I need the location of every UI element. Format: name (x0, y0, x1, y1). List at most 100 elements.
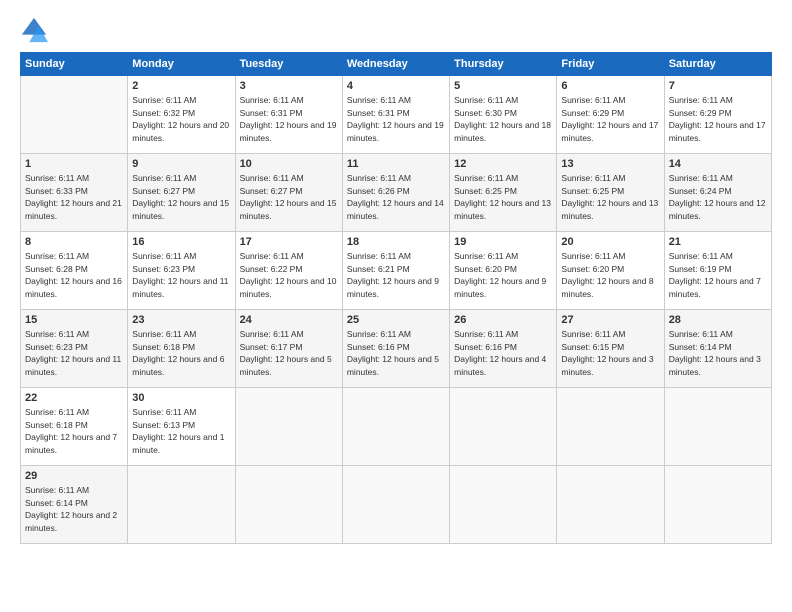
table-row: 9Sunrise: 6:11 AMSunset: 6:27 PMDaylight… (128, 154, 235, 232)
table-row: 13Sunrise: 6:11 AMSunset: 6:25 PMDayligh… (557, 154, 664, 232)
day-info: Sunrise: 6:11 AMSunset: 6:18 PMDaylight:… (132, 329, 224, 377)
table-row: 30Sunrise: 6:11 AMSunset: 6:13 PMDayligh… (128, 388, 235, 466)
table-row: 15Sunrise: 6:11 AMSunset: 6:23 PMDayligh… (21, 310, 128, 388)
day-info: Sunrise: 6:11 AMSunset: 6:24 PMDaylight:… (669, 173, 766, 221)
day-info: Sunrise: 6:11 AMSunset: 6:16 PMDaylight:… (347, 329, 439, 377)
table-row: 25Sunrise: 6:11 AMSunset: 6:16 PMDayligh… (342, 310, 449, 388)
day-number: 3 (240, 79, 338, 94)
day-number: 29 (25, 469, 123, 484)
table-row: 24Sunrise: 6:11 AMSunset: 6:17 PMDayligh… (235, 310, 342, 388)
day-number: 24 (240, 313, 338, 328)
table-row (450, 388, 557, 466)
table-row (557, 466, 664, 544)
day-number: 23 (132, 313, 230, 328)
day-number: 27 (561, 313, 659, 328)
col-header-friday: Friday (557, 53, 664, 76)
day-number: 19 (454, 235, 552, 250)
table-row (235, 388, 342, 466)
day-info: Sunrise: 6:11 AMSunset: 6:31 PMDaylight:… (347, 95, 444, 143)
table-row (342, 466, 449, 544)
day-number: 9 (132, 157, 230, 172)
table-row: 12Sunrise: 6:11 AMSunset: 6:25 PMDayligh… (450, 154, 557, 232)
day-info: Sunrise: 6:11 AMSunset: 6:32 PMDaylight:… (132, 95, 229, 143)
day-info: Sunrise: 6:11 AMSunset: 6:20 PMDaylight:… (561, 251, 653, 299)
day-info: Sunrise: 6:11 AMSunset: 6:15 PMDaylight:… (561, 329, 653, 377)
day-info: Sunrise: 6:11 AMSunset: 6:17 PMDaylight:… (240, 329, 332, 377)
col-header-saturday: Saturday (664, 53, 771, 76)
day-info: Sunrise: 6:11 AMSunset: 6:14 PMDaylight:… (669, 329, 761, 377)
day-info: Sunrise: 6:11 AMSunset: 6:23 PMDaylight:… (25, 329, 121, 377)
day-number: 5 (454, 79, 552, 94)
day-number: 14 (669, 157, 767, 172)
table-row: 8Sunrise: 6:11 AMSunset: 6:28 PMDaylight… (21, 232, 128, 310)
table-row: 14Sunrise: 6:11 AMSunset: 6:24 PMDayligh… (664, 154, 771, 232)
table-row: 7Sunrise: 6:11 AMSunset: 6:29 PMDaylight… (664, 76, 771, 154)
day-number: 8 (25, 235, 123, 250)
day-info: Sunrise: 6:11 AMSunset: 6:25 PMDaylight:… (454, 173, 551, 221)
table-row: 16Sunrise: 6:11 AMSunset: 6:23 PMDayligh… (128, 232, 235, 310)
table-row (664, 388, 771, 466)
col-header-monday: Monday (128, 53, 235, 76)
table-row: 18Sunrise: 6:11 AMSunset: 6:21 PMDayligh… (342, 232, 449, 310)
day-info: Sunrise: 6:11 AMSunset: 6:27 PMDaylight:… (240, 173, 337, 221)
day-info: Sunrise: 6:11 AMSunset: 6:26 PMDaylight:… (347, 173, 444, 221)
table-row (235, 466, 342, 544)
table-row: 2Sunrise: 6:11 AMSunset: 6:32 PMDaylight… (128, 76, 235, 154)
table-row (128, 466, 235, 544)
col-header-tuesday: Tuesday (235, 53, 342, 76)
table-row (21, 76, 128, 154)
col-header-sunday: Sunday (21, 53, 128, 76)
day-number: 30 (132, 391, 230, 406)
table-row: 27Sunrise: 6:11 AMSunset: 6:15 PMDayligh… (557, 310, 664, 388)
day-info: Sunrise: 6:11 AMSunset: 6:25 PMDaylight:… (561, 173, 658, 221)
day-info: Sunrise: 6:11 AMSunset: 6:16 PMDaylight:… (454, 329, 546, 377)
day-info: Sunrise: 6:11 AMSunset: 6:30 PMDaylight:… (454, 95, 551, 143)
day-info: Sunrise: 6:11 AMSunset: 6:29 PMDaylight:… (561, 95, 658, 143)
day-number: 28 (669, 313, 767, 328)
day-number: 1 (25, 157, 123, 172)
day-info: Sunrise: 6:11 AMSunset: 6:20 PMDaylight:… (454, 251, 546, 299)
day-info: Sunrise: 6:11 AMSunset: 6:21 PMDaylight:… (347, 251, 439, 299)
col-header-thursday: Thursday (450, 53, 557, 76)
day-info: Sunrise: 6:11 AMSunset: 6:29 PMDaylight:… (669, 95, 766, 143)
table-row (450, 466, 557, 544)
table-row (557, 388, 664, 466)
table-row: 3Sunrise: 6:11 AMSunset: 6:31 PMDaylight… (235, 76, 342, 154)
day-number: 21 (669, 235, 767, 250)
table-row: 10Sunrise: 6:11 AMSunset: 6:27 PMDayligh… (235, 154, 342, 232)
day-info: Sunrise: 6:11 AMSunset: 6:19 PMDaylight:… (669, 251, 761, 299)
day-number: 12 (454, 157, 552, 172)
table-row: 23Sunrise: 6:11 AMSunset: 6:18 PMDayligh… (128, 310, 235, 388)
day-number: 25 (347, 313, 445, 328)
day-number: 4 (347, 79, 445, 94)
day-info: Sunrise: 6:11 AMSunset: 6:33 PMDaylight:… (25, 173, 122, 221)
day-info: Sunrise: 6:11 AMSunset: 6:27 PMDaylight:… (132, 173, 229, 221)
day-number: 26 (454, 313, 552, 328)
table-row: 17Sunrise: 6:11 AMSunset: 6:22 PMDayligh… (235, 232, 342, 310)
day-number: 6 (561, 79, 659, 94)
day-number: 10 (240, 157, 338, 172)
table-row (664, 466, 771, 544)
day-number: 22 (25, 391, 123, 406)
table-row: 26Sunrise: 6:11 AMSunset: 6:16 PMDayligh… (450, 310, 557, 388)
col-header-wednesday: Wednesday (342, 53, 449, 76)
day-info: Sunrise: 6:11 AMSunset: 6:18 PMDaylight:… (25, 407, 117, 455)
day-number: 13 (561, 157, 659, 172)
day-info: Sunrise: 6:11 AMSunset: 6:14 PMDaylight:… (25, 485, 117, 533)
day-number: 7 (669, 79, 767, 94)
day-number: 2 (132, 79, 230, 94)
table-row: 28Sunrise: 6:11 AMSunset: 6:14 PMDayligh… (664, 310, 771, 388)
table-row: 19Sunrise: 6:11 AMSunset: 6:20 PMDayligh… (450, 232, 557, 310)
day-info: Sunrise: 6:11 AMSunset: 6:23 PMDaylight:… (132, 251, 228, 299)
day-info: Sunrise: 6:11 AMSunset: 6:13 PMDaylight:… (132, 407, 224, 455)
day-number: 11 (347, 157, 445, 172)
table-row: 4Sunrise: 6:11 AMSunset: 6:31 PMDaylight… (342, 76, 449, 154)
day-number: 16 (132, 235, 230, 250)
table-row: 11Sunrise: 6:11 AMSunset: 6:26 PMDayligh… (342, 154, 449, 232)
table-row: 29Sunrise: 6:11 AMSunset: 6:14 PMDayligh… (21, 466, 128, 544)
day-number: 20 (561, 235, 659, 250)
table-row: 5Sunrise: 6:11 AMSunset: 6:30 PMDaylight… (450, 76, 557, 154)
day-info: Sunrise: 6:11 AMSunset: 6:28 PMDaylight:… (25, 251, 122, 299)
table-row: 22Sunrise: 6:11 AMSunset: 6:18 PMDayligh… (21, 388, 128, 466)
table-row: 1Sunrise: 6:11 AMSunset: 6:33 PMDaylight… (21, 154, 128, 232)
